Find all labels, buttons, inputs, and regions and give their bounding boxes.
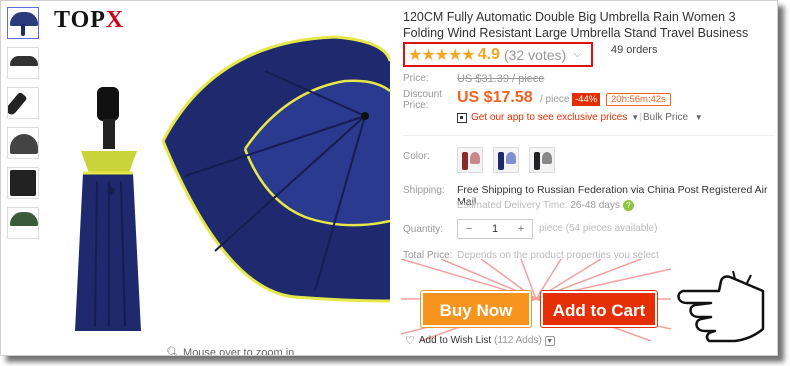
search-icon: 🔍︎ [166,347,180,356]
color-swatch-3[interactable] [529,147,555,173]
brand-logo: TOPX [54,7,125,33]
quantity-label: Quantity: [403,224,444,235]
add-to-cart-button[interactable]: Add to Cart [540,290,658,328]
thumbnail-1[interactable] [7,7,39,39]
order-count: 49 orders [611,44,658,56]
zoom-hint: 🔍︎ Mouse over to zoom in [166,346,294,356]
app-promo-link[interactable]: Get our app to see exclusive prices ▼ [457,112,639,123]
quantity-input[interactable]: 1 [480,223,510,235]
main-product-image[interactable] [45,1,392,355]
color-label: Color: [403,151,430,162]
thumbnail-strip [7,7,41,247]
per-piece: / piece [540,94,570,105]
qr-code-icon [457,112,467,123]
caret-down-icon: ▼ [631,113,640,122]
divider [403,135,775,136]
vote-count: (32 votes) [503,46,567,63]
price-label: Price: [403,73,429,84]
color-swatch-2[interactable] [493,147,519,173]
thumbnail-3[interactable] [7,87,39,119]
chevron-down-icon[interactable]: ▼ [544,335,555,346]
discount-badge: -44% [572,93,601,106]
add-to-wishlist[interactable]: ♡ Add to Wish List (112 Adds) ▼ [405,334,555,347]
countdown-timer: 20h:56m:42s [606,93,671,106]
discount-price-label: Discount Price: [403,89,442,111]
thumbnail-6[interactable] [7,207,39,239]
quantity-decrease-button[interactable]: − [458,223,480,235]
pieces-available: piece (54 pieces available) [539,223,658,234]
help-icon[interactable]: ? [622,200,634,211]
rating-value: 4.9 [477,45,500,63]
original-price: US $31.39 / piece [457,73,545,85]
divider: | [639,112,642,123]
umbrella-illustration [75,35,392,331]
shipping-label: Shipping: [403,185,445,196]
rating-highlight[interactable]: ★★★★★ 4.9 (32 votes) ⌵ [403,42,593,67]
thumbnail-2[interactable] [7,47,39,79]
color-swatch-1[interactable] [457,147,483,173]
buy-now-button[interactable]: Buy Now [420,290,532,328]
delivery-time: Estimated Delivery Time: 26-48 days? [457,200,634,211]
thumbnail-5[interactable] [7,167,39,199]
quantity-stepper[interactable]: − 1 + [457,219,533,239]
heart-icon: ♡ [405,335,415,347]
thumbnail-4[interactable] [7,127,39,159]
product-page: TOPX 🔍︎ Mouse over to zoom in 120CM Full… [0,0,778,356]
quantity-increase-button[interactable]: + [510,223,532,235]
star-rating-icon: ★★★★★ [408,46,476,64]
bulk-price-link[interactable]: Bulk Price ▼ [643,112,703,123]
discount-price: US $17.58 [457,89,533,106]
caret-down-icon: ▼ [694,113,703,122]
hand-pointer-icon [677,271,765,343]
chevron-down-icon[interactable]: ⌵ [573,48,581,61]
product-details: 120CM Fully Automatic Double Big Umbrell… [397,1,777,355]
